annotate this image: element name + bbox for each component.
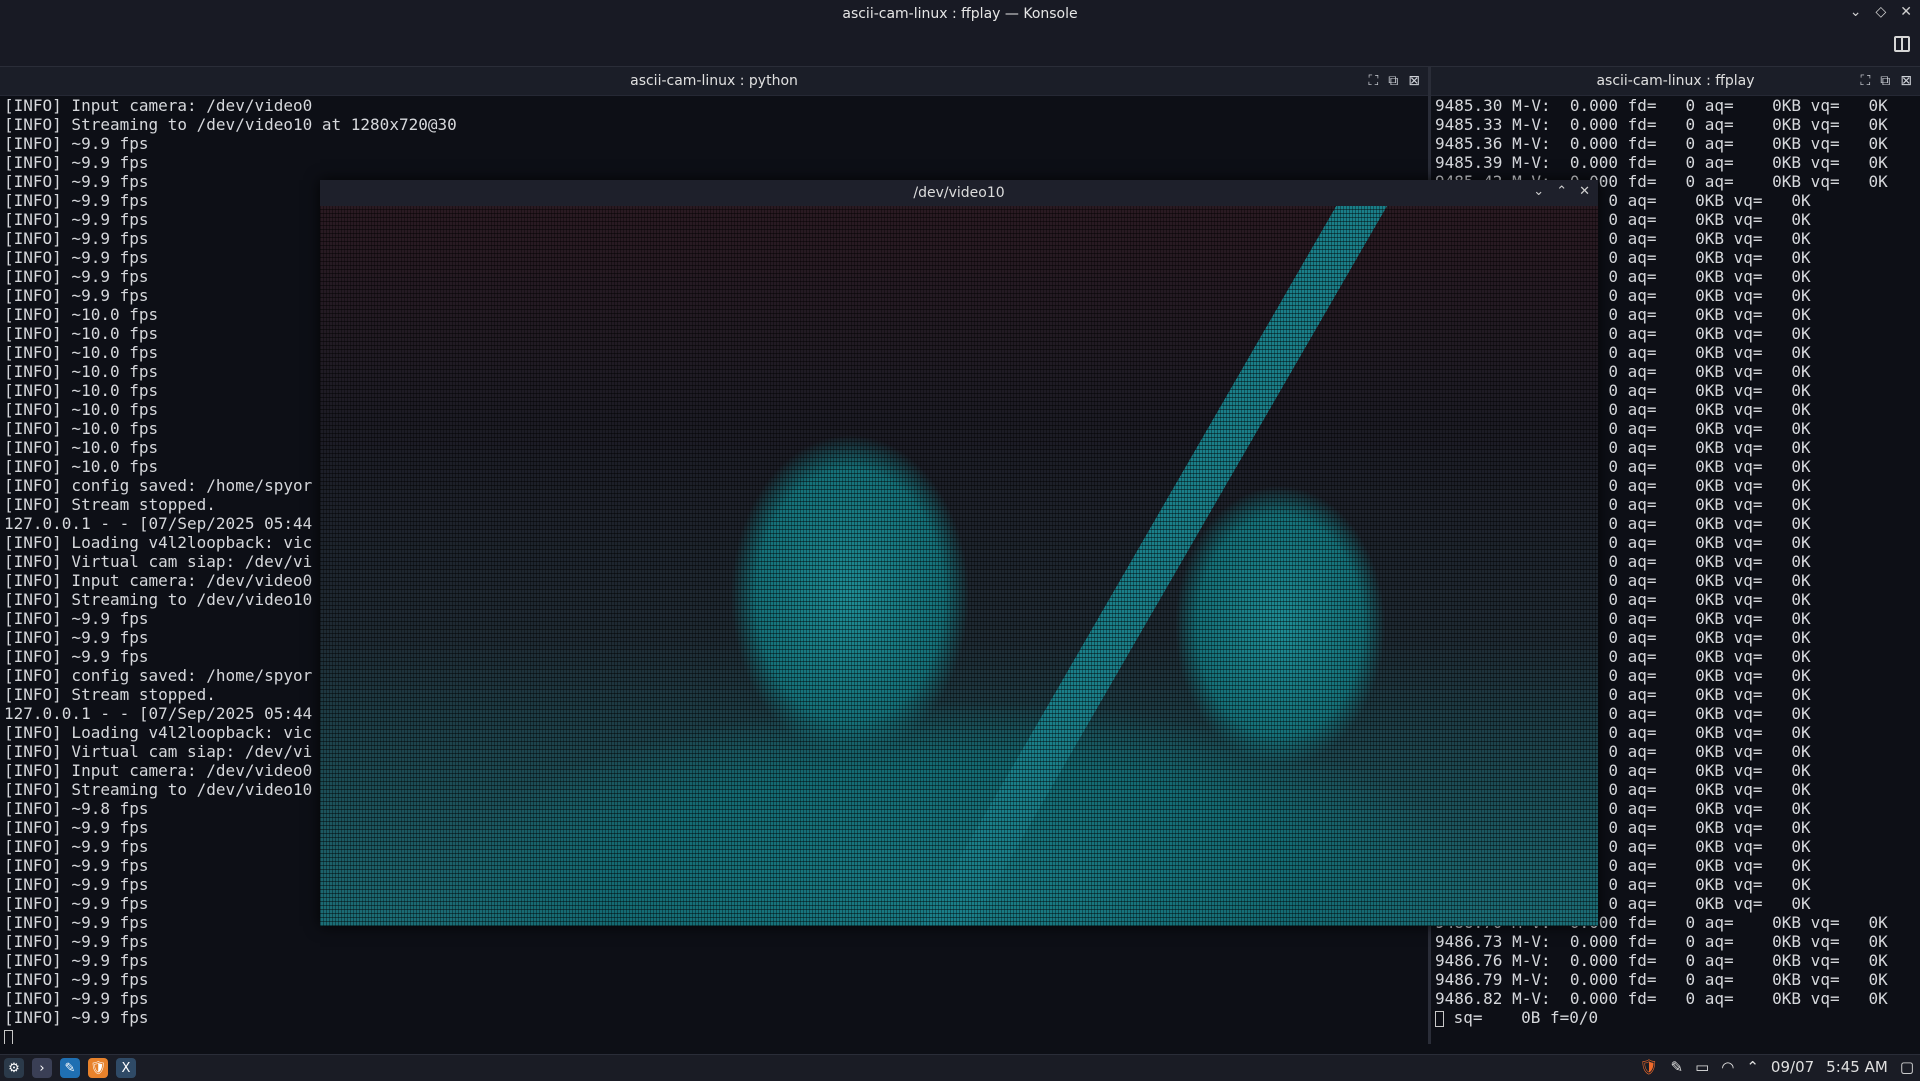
copy-pane-icon[interactable]: ⧉	[1880, 73, 1890, 89]
terminal-line: 9485.30 M-V: 0.000 fd= 0 aq= 0KB vq= 0K	[1435, 96, 1888, 115]
terminal-icon[interactable]: ›	[32, 1058, 52, 1078]
terminal-line: 9486.76 M-V: 0.000 fd= 0 aq= 0KB vq= 0K	[1435, 951, 1888, 970]
terminal-line: 9485.39 M-V: 0.000 fd= 0 aq= 0KB vq= 0K	[1435, 153, 1888, 172]
maximize-icon[interactable]: ⌃	[1556, 184, 1567, 199]
battery-icon[interactable]: ▭	[1695, 1058, 1709, 1076]
tray-expand-icon[interactable]: ⌃	[1746, 1058, 1759, 1076]
close-pane-icon[interactable]: ⊠	[1408, 73, 1420, 89]
time-label[interactable]: 5:45 AM	[1826, 1058, 1888, 1076]
terminal-line: [INFO] ~9.9 fps	[4, 951, 149, 970]
window-controls: ⌄ ◇ ✕	[1850, 4, 1912, 20]
left-pane-header: ascii-cam-linux : python ⛶ ⧉ ⊠	[0, 67, 1428, 96]
terminal-cursor	[1435, 1010, 1444, 1027]
terminal-line: 9486.82 M-V: 0.000 fd= 0 aq= 0KB vq= 0K	[1435, 989, 1888, 1008]
wifi-icon[interactable]: ◠	[1721, 1058, 1734, 1076]
left-pane-title: ascii-cam-linux : python	[630, 73, 798, 89]
terminal-line: [INFO] Input camera: /dev/video0	[4, 96, 313, 115]
date-label[interactable]: 09/07	[1771, 1058, 1814, 1076]
close-pane-icon[interactable]: ⊠	[1900, 73, 1912, 89]
right-pane-title: ascii-cam-linux : ffplay	[1596, 73, 1755, 89]
terminal-line: [INFO] ~9.9 fps	[4, 989, 149, 1008]
video-window-title: /dev/video10	[913, 185, 1005, 201]
ffplay-status-line: sq= 0B f=0/0	[1435, 1008, 1920, 1027]
editor-tray-icon[interactable]: ✎	[1670, 1058, 1683, 1076]
window-title: ascii-cam-linux : ffplay — Konsole	[842, 6, 1078, 22]
maximize-pane-icon[interactable]: ⛶	[1368, 73, 1378, 89]
video-window[interactable]: /dev/video10 ⌄ ⌃ ✕	[320, 180, 1598, 926]
terminal-line: [INFO] ~9.9 fps	[4, 153, 149, 172]
terminal-line: [INFO] Streaming to /dev/video10 at 1280…	[4, 115, 457, 134]
brave-tray-icon[interactable]: 🛡	[1639, 1058, 1658, 1076]
terminal-line: [INFO] ~9.9 fps	[4, 932, 149, 951]
prompt-line	[4, 1027, 1428, 1044]
vscode-icon[interactable]: ✎	[60, 1058, 80, 1078]
system-tray: 🛡 ✎ ▭ ◠ ⌃ 09/07 5:45 AM ▢	[1639, 1058, 1914, 1076]
brave-browser-icon[interactable]: 🛡	[88, 1058, 108, 1078]
show-desktop-icon[interactable]: ▢	[1900, 1058, 1914, 1076]
terminal-line: [INFO] ~9.9 fps	[4, 1008, 149, 1027]
konsole-toolbar	[0, 28, 1920, 67]
app-launcher-icon[interactable]: ⚙	[4, 1058, 24, 1078]
terminal-line: [INFO] ~9.9 fps	[4, 970, 149, 989]
ascii-video-frame	[320, 206, 1598, 926]
taskbar-launchers: ⚙ › ✎ 🛡 X	[4, 1058, 136, 1078]
minimize-icon[interactable]: ⌄	[1533, 184, 1544, 199]
video-window-titlebar[interactable]: /dev/video10 ⌄ ⌃ ✕	[320, 180, 1598, 206]
x-app-icon[interactable]: X	[116, 1058, 136, 1078]
terminal-line: 9485.33 M-V: 0.000 fd= 0 aq= 0KB vq= 0K	[1435, 115, 1888, 134]
maximize-pane-icon[interactable]: ⛶	[1860, 73, 1870, 89]
terminal-line: 9486.73 M-V: 0.000 fd= 0 aq= 0KB vq= 0K	[1435, 932, 1888, 951]
taskbar: ⚙ › ✎ 🛡 X 🛡 ✎ ▭ ◠ ⌃ 09/07 5:45 AM ▢	[0, 1054, 1920, 1081]
minimize-icon[interactable]: ⌄	[1850, 4, 1862, 20]
copy-pane-icon[interactable]: ⧉	[1388, 73, 1398, 89]
right-pane-header: ascii-cam-linux : ffplay ⛶ ⧉ ⊠	[1431, 67, 1920, 96]
terminal-line: 9486.79 M-V: 0.000 fd= 0 aq= 0KB vq= 0K	[1435, 970, 1888, 989]
window-titlebar: ascii-cam-linux : ffplay — Konsole ⌄ ◇ ✕	[0, 0, 1920, 28]
close-icon[interactable]: ✕	[1579, 184, 1590, 199]
terminal-line: 9485.36 M-V: 0.000 fd= 0 aq= 0KB vq= 0K	[1435, 134, 1888, 153]
right-pane-icons: ⛶ ⧉ ⊠	[1860, 73, 1912, 89]
video-window-controls: ⌄ ⌃ ✕	[1533, 184, 1590, 199]
status-text: sq= 0B f=0/0	[1444, 1008, 1599, 1027]
maximize-icon[interactable]: ◇	[1875, 4, 1886, 20]
terminal-cursor	[4, 1029, 13, 1044]
terminal-line: [INFO] ~9.9 fps	[4, 134, 149, 153]
close-icon[interactable]: ✕	[1900, 4, 1912, 20]
split-view-icon[interactable]	[1894, 36, 1910, 52]
left-pane-icons: ⛶ ⧉ ⊠	[1368, 73, 1420, 89]
